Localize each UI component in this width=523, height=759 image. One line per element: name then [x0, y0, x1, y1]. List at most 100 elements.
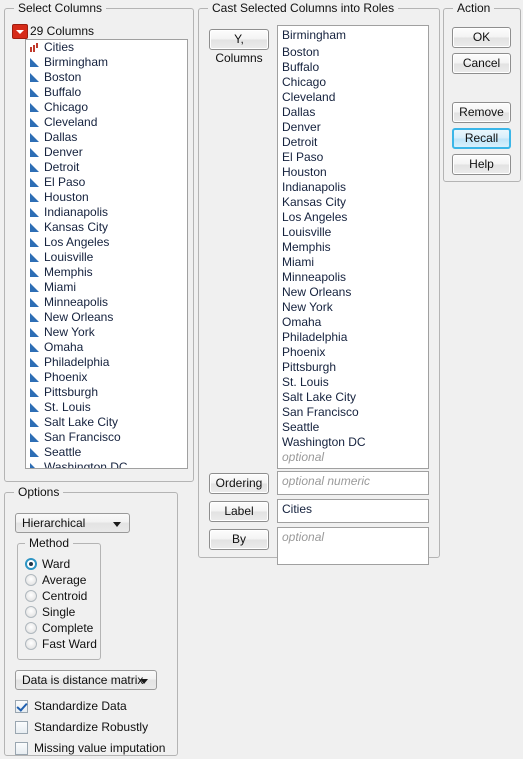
- method-radio-average[interactable]: Average: [25, 572, 86, 587]
- y-columns-item[interactable]: Chicago: [278, 75, 428, 90]
- column-list-item[interactable]: Cleveland: [26, 115, 187, 130]
- column-list-item[interactable]: Indianapolis: [26, 205, 187, 220]
- y-columns-button[interactable]: Y, Columns: [209, 29, 269, 65]
- column-list-item[interactable]: Memphis: [26, 265, 187, 280]
- y-columns-item[interactable]: Indianapolis: [278, 180, 428, 195]
- column-list-item[interactable]: Cities: [26, 40, 187, 55]
- method-radio-fast-ward[interactable]: Fast Ward: [25, 636, 97, 651]
- y-columns-item[interactable]: Los Angeles: [278, 210, 428, 225]
- radio-button-icon[interactable]: [25, 637, 37, 650]
- column-list-item[interactable]: Pittsburgh: [26, 385, 187, 400]
- y-columns-item[interactable]: Detroit: [278, 135, 428, 150]
- column-list-item[interactable]: Salt Lake City: [26, 415, 187, 430]
- column-list-item[interactable]: San Francisco: [26, 430, 187, 445]
- columns-listbox[interactable]: Cities Birmingham Boston Buffalo Chicago Clev…: [25, 39, 188, 469]
- by-placeholder: optional: [282, 530, 325, 544]
- y-columns-item[interactable]: Dallas: [278, 105, 428, 120]
- column-list-item[interactable]: Birmingham: [26, 55, 187, 70]
- y-columns-item[interactable]: El Paso: [278, 150, 428, 165]
- cancel-button[interactable]: Cancel: [452, 53, 511, 74]
- y-columns-item[interactable]: Seattle: [278, 420, 428, 435]
- y-columns-item[interactable]: Philadelphia: [278, 330, 428, 345]
- column-list-item[interactable]: Kansas City: [26, 220, 187, 235]
- y-columns-item[interactable]: Boston: [278, 45, 428, 60]
- y-columns-item[interactable]: Washington DC: [278, 435, 428, 450]
- radio-button-icon[interactable]: [25, 573, 37, 586]
- y-columns-item[interactable]: Memphis: [278, 240, 428, 255]
- method-radio-complete[interactable]: Complete: [25, 620, 93, 635]
- distance-matrix-value: Data is distance matrix: [22, 673, 144, 687]
- continuous-triangle-icon: [29, 312, 40, 323]
- y-columns-item[interactable]: New York: [278, 300, 428, 315]
- clustering-method-dropdown[interactable]: Hierarchical: [15, 513, 130, 533]
- column-list-item[interactable]: Minneapolis: [26, 295, 187, 310]
- y-columns-item[interactable]: Louisville: [278, 225, 428, 240]
- label-field[interactable]: Cities: [277, 499, 429, 523]
- y-columns-item[interactable]: Denver: [278, 120, 428, 135]
- y-columns-item[interactable]: Pittsburgh: [278, 360, 428, 375]
- y-columns-field[interactable]: Birmingham Boston Buffalo Chicago Cleveland D…: [277, 25, 429, 469]
- y-columns-item[interactable]: Kansas City: [278, 195, 428, 210]
- column-list-item[interactable]: Dallas: [26, 130, 187, 145]
- column-list-item[interactable]: Buffalo: [26, 85, 187, 100]
- remove-button[interactable]: Remove: [452, 102, 511, 123]
- continuous-triangle-icon: [29, 207, 40, 218]
- y-columns-item[interactable]: Cleveland: [278, 90, 428, 105]
- column-list-item[interactable]: Boston: [26, 70, 187, 85]
- checkbox-unchecked-icon[interactable]: [15, 741, 28, 755]
- ordering-field[interactable]: optional numeric: [277, 471, 429, 495]
- column-list-item[interactable]: Los Angeles: [26, 235, 187, 250]
- checkbox-standardize-data[interactable]: Standardize Data: [15, 698, 127, 714]
- checkbox-standardize-robustly[interactable]: Standardize Robustly: [15, 719, 148, 735]
- y-columns-item[interactable]: Houston: [278, 165, 428, 180]
- radio-button-icon[interactable]: [25, 589, 37, 602]
- column-list-item-label: Denver: [44, 145, 83, 159]
- y-columns-item[interactable]: Omaha: [278, 315, 428, 330]
- y-columns-item[interactable]: Phoenix: [278, 345, 428, 360]
- checkbox-unchecked-icon[interactable]: [15, 720, 28, 734]
- label-button[interactable]: Label: [209, 501, 269, 522]
- y-columns-item[interactable]: Minneapolis: [278, 270, 428, 285]
- y-columns-item[interactable]: Miami: [278, 255, 428, 270]
- column-list-item[interactable]: Chicago: [26, 100, 187, 115]
- help-button[interactable]: Help: [452, 154, 511, 175]
- column-list-item[interactable]: Phoenix: [26, 370, 187, 385]
- column-list-item[interactable]: New York: [26, 325, 187, 340]
- column-list-item[interactable]: Houston: [26, 190, 187, 205]
- column-list-item-label: Louisville: [44, 250, 94, 264]
- column-list-item[interactable]: Detroit: [26, 160, 187, 175]
- checkbox-checked-icon[interactable]: [15, 699, 28, 713]
- column-list-item[interactable]: Seattle: [26, 445, 187, 460]
- radio-button-icon[interactable]: [25, 557, 37, 570]
- column-list-item-label: Houston: [44, 190, 89, 204]
- column-list-item[interactable]: Louisville: [26, 250, 187, 265]
- checkbox-missing-value-imputation[interactable]: Missing value imputation: [15, 740, 165, 756]
- y-columns-item[interactable]: St. Louis: [278, 375, 428, 390]
- column-list-item[interactable]: Omaha: [26, 340, 187, 355]
- column-list-item[interactable]: New Orleans: [26, 310, 187, 325]
- ordering-button[interactable]: Ordering: [209, 473, 269, 494]
- column-list-item[interactable]: Philadelphia: [26, 355, 187, 370]
- ok-button[interactable]: OK: [452, 27, 511, 48]
- y-columns-item[interactable]: Salt Lake City: [278, 390, 428, 405]
- method-radio-centroid[interactable]: Centroid: [25, 588, 87, 603]
- radio-button-icon[interactable]: [25, 621, 37, 634]
- options-title: Options: [14, 485, 64, 499]
- column-list-item[interactable]: Denver: [26, 145, 187, 160]
- y-columns-item[interactable]: Buffalo: [278, 60, 428, 75]
- y-columns-item[interactable]: New Orleans: [278, 285, 428, 300]
- by-field[interactable]: optional: [277, 527, 429, 565]
- by-button[interactable]: By: [209, 529, 269, 550]
- recall-button[interactable]: Recall: [452, 128, 511, 149]
- y-columns-item[interactable]: Birmingham: [278, 26, 428, 45]
- y-columns-item[interactable]: San Francisco: [278, 405, 428, 420]
- method-radio-single[interactable]: Single: [25, 604, 75, 619]
- column-list-item[interactable]: Miami: [26, 280, 187, 295]
- radio-button-icon[interactable]: [25, 605, 37, 618]
- column-list-item[interactable]: Washington DC: [26, 460, 187, 468]
- red-triangle-menu-icon[interactable]: [12, 23, 28, 39]
- method-radio-ward[interactable]: Ward: [25, 556, 70, 571]
- column-list-item[interactable]: El Paso: [26, 175, 187, 190]
- column-list-item[interactable]: St. Louis: [26, 400, 187, 415]
- distance-matrix-dropdown[interactable]: Data is distance matrix: [15, 670, 157, 690]
